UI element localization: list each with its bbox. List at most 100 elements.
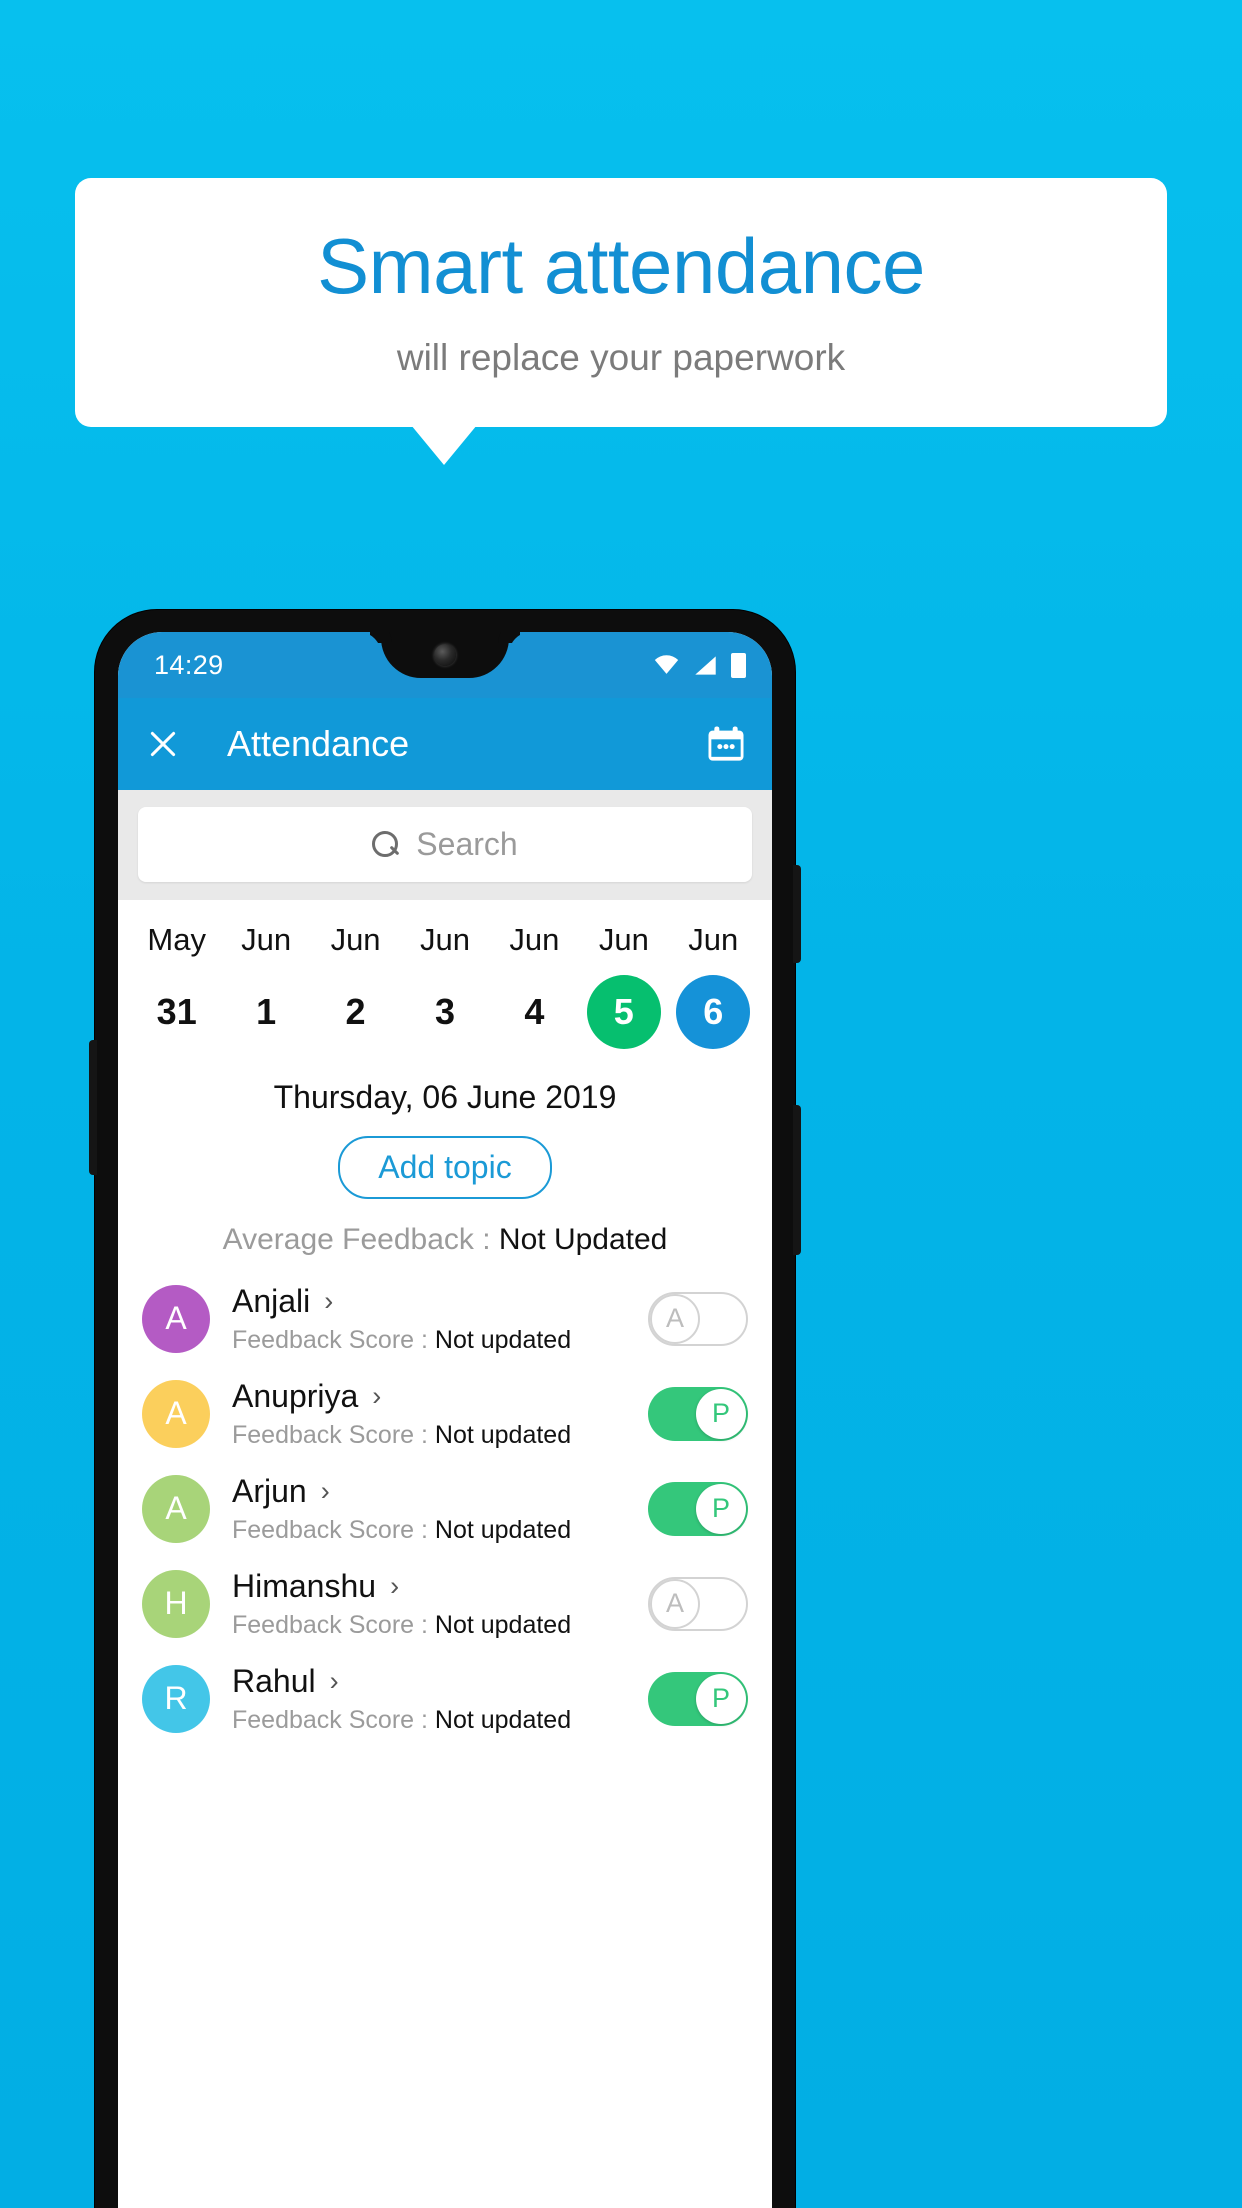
- chevron-right-icon[interactable]: ›: [372, 1382, 381, 1410]
- signal-icon: [695, 655, 716, 675]
- feedback-score-label: Feedback Score :: [232, 1515, 435, 1544]
- date-strip[interactable]: May 31 Jun 1 Jun 2 Jun 3 Jun 4 Jun 5 Jun 6: [118, 900, 772, 1049]
- phone-button-power: [793, 865, 801, 963]
- search-placeholder: Search: [416, 826, 518, 862]
- feedback-score-value: Not updated: [434, 1420, 572, 1449]
- date-cell[interactable]: Jun 1: [221, 922, 310, 1049]
- attendance-toggle-knob: A: [650, 1578, 700, 1629]
- date-cell[interactable]: May 31: [132, 922, 221, 1049]
- student-name-row: Anupriya ›: [232, 1378, 648, 1415]
- student-row[interactable]: A Arjun › Feedback Score : Not updated P: [118, 1461, 772, 1556]
- student-info: Anjali › Feedback Score : Not updated: [232, 1283, 648, 1355]
- battery-icon: [731, 652, 746, 678]
- feedback-score: Feedback Score : Not updated: [232, 1706, 648, 1735]
- close-icon[interactable]: [144, 725, 182, 763]
- avatar: H: [142, 1569, 210, 1638]
- student-info: Arjun › Feedback Score : Not updated: [232, 1473, 648, 1545]
- feedback-score-label: Feedback Score :: [232, 1705, 435, 1734]
- feedback-score-value: Not updated: [434, 1705, 572, 1734]
- student-row[interactable]: A Anjali › Feedback Score : Not updated A: [118, 1271, 772, 1366]
- add-topic-button[interactable]: Add topic: [338, 1136, 552, 1199]
- chevron-right-icon[interactable]: ›: [330, 1667, 339, 1695]
- date-cell[interactable]: Jun 4: [490, 922, 579, 1049]
- page-title: Attendance: [227, 723, 410, 764]
- date-month: Jun: [509, 922, 560, 957]
- date-cell[interactable]: Jun 3: [400, 922, 489, 1049]
- attendance-toggle[interactable]: A: [648, 1291, 748, 1346]
- attendance-toggle[interactable]: P: [648, 1386, 748, 1441]
- phone-button-volume: [793, 1105, 801, 1255]
- status-bar: 14:29: [118, 632, 772, 698]
- search-icon: [372, 831, 399, 858]
- date-day: 3: [434, 991, 455, 1032]
- student-name: Rahul: [232, 1662, 316, 1699]
- student-row[interactable]: R Rahul › Feedback Score : Not updated P: [118, 1651, 772, 1746]
- feedback-score-value: Not updated: [434, 1610, 572, 1639]
- chevron-right-icon[interactable]: ›: [390, 1572, 399, 1600]
- search-bar-container: Search: [118, 790, 772, 900]
- date-month: Jun: [598, 922, 649, 957]
- status-time: 14:29: [154, 649, 224, 680]
- date-day: 2: [345, 991, 366, 1032]
- feedback-score: Feedback Score : Not updated: [232, 1326, 648, 1355]
- feedback-score: Feedback Score : Not updated: [232, 1421, 648, 1450]
- calendar-icon[interactable]: [706, 725, 746, 763]
- feedback-score: Feedback Score : Not updated: [232, 1516, 648, 1545]
- status-icons: [653, 652, 746, 678]
- feedback-score-value: Not updated: [434, 1325, 572, 1354]
- attendance-toggle-knob: P: [696, 1673, 746, 1724]
- student-list: A Anjali › Feedback Score : Not updated A A An…: [118, 1271, 772, 1746]
- chevron-right-icon[interactable]: ›: [321, 1477, 330, 1505]
- feedback-score-label: Feedback Score :: [232, 1325, 435, 1354]
- callout-tail: [411, 425, 477, 465]
- student-name: Anjali: [232, 1282, 311, 1319]
- student-name-row: Anjali ›: [232, 1283, 648, 1320]
- student-name-row: Arjun ›: [232, 1473, 648, 1510]
- attendance-toggle[interactable]: P: [648, 1671, 748, 1726]
- date-day: 1: [256, 991, 277, 1032]
- attendance-toggle-knob: P: [696, 1483, 746, 1534]
- student-name-row: Himanshu ›: [232, 1568, 648, 1605]
- feedback-score-label: Feedback Score :: [232, 1610, 435, 1639]
- student-row[interactable]: H Himanshu › Feedback Score : Not updated A: [118, 1556, 772, 1651]
- avatar: A: [142, 1284, 210, 1353]
- date-cell[interactable]: Jun 2: [311, 922, 400, 1049]
- promo-subtitle: will replace your paperwork: [396, 337, 846, 379]
- student-name: Anupriya: [232, 1377, 359, 1414]
- avatar: R: [142, 1664, 210, 1733]
- chevron-right-icon[interactable]: ›: [324, 1287, 333, 1315]
- date-day: 5: [586, 975, 661, 1049]
- attendance-toggle[interactable]: A: [648, 1576, 748, 1631]
- selected-date-label: Thursday, 06 June 2019: [273, 1079, 617, 1115]
- student-info: Himanshu › Feedback Score : Not updated: [232, 1568, 648, 1640]
- attendance-toggle[interactable]: P: [648, 1481, 748, 1536]
- date-month: Jun: [241, 922, 292, 957]
- avatar: A: [142, 1379, 210, 1448]
- average-feedback-label: Average Feedback :: [222, 1223, 499, 1256]
- phone-mockup: 14:29 Attendance Search May 31 Jun 1 Jun…: [89, 610, 801, 2208]
- promo-callout-card: Smart attendance will replace your paper…: [75, 178, 1167, 427]
- average-feedback-value: Not Updated: [498, 1223, 668, 1256]
- date-day: 6: [676, 975, 751, 1049]
- student-name-row: Rahul ›: [232, 1663, 648, 1700]
- date-cell[interactable]: Jun 6: [669, 922, 758, 1049]
- date-cell[interactable]: Jun 5: [579, 922, 668, 1049]
- attendance-toggle-knob: A: [650, 1293, 700, 1344]
- feedback-score-value: Not updated: [434, 1515, 572, 1544]
- phone-button-left: [89, 1040, 97, 1175]
- avatar: A: [142, 1474, 210, 1543]
- feedback-score-label: Feedback Score :: [232, 1420, 435, 1449]
- date-month: Jun: [330, 922, 381, 957]
- date-day: 31: [156, 991, 197, 1032]
- date-month: May: [147, 922, 206, 957]
- app-bar: Attendance: [118, 698, 772, 790]
- search-input[interactable]: Search: [138, 807, 752, 882]
- student-name: Himanshu: [232, 1567, 377, 1604]
- date-month: Jun: [688, 922, 739, 957]
- feedback-score: Feedback Score : Not updated: [232, 1611, 648, 1640]
- phone-screen: 14:29 Attendance Search May 31 Jun 1 Jun…: [118, 632, 772, 2208]
- student-info: Anupriya › Feedback Score : Not updated: [232, 1378, 648, 1450]
- date-month: Jun: [419, 922, 470, 957]
- student-row[interactable]: A Anupriya › Feedback Score : Not updated P: [118, 1366, 772, 1461]
- date-day: 4: [524, 991, 545, 1032]
